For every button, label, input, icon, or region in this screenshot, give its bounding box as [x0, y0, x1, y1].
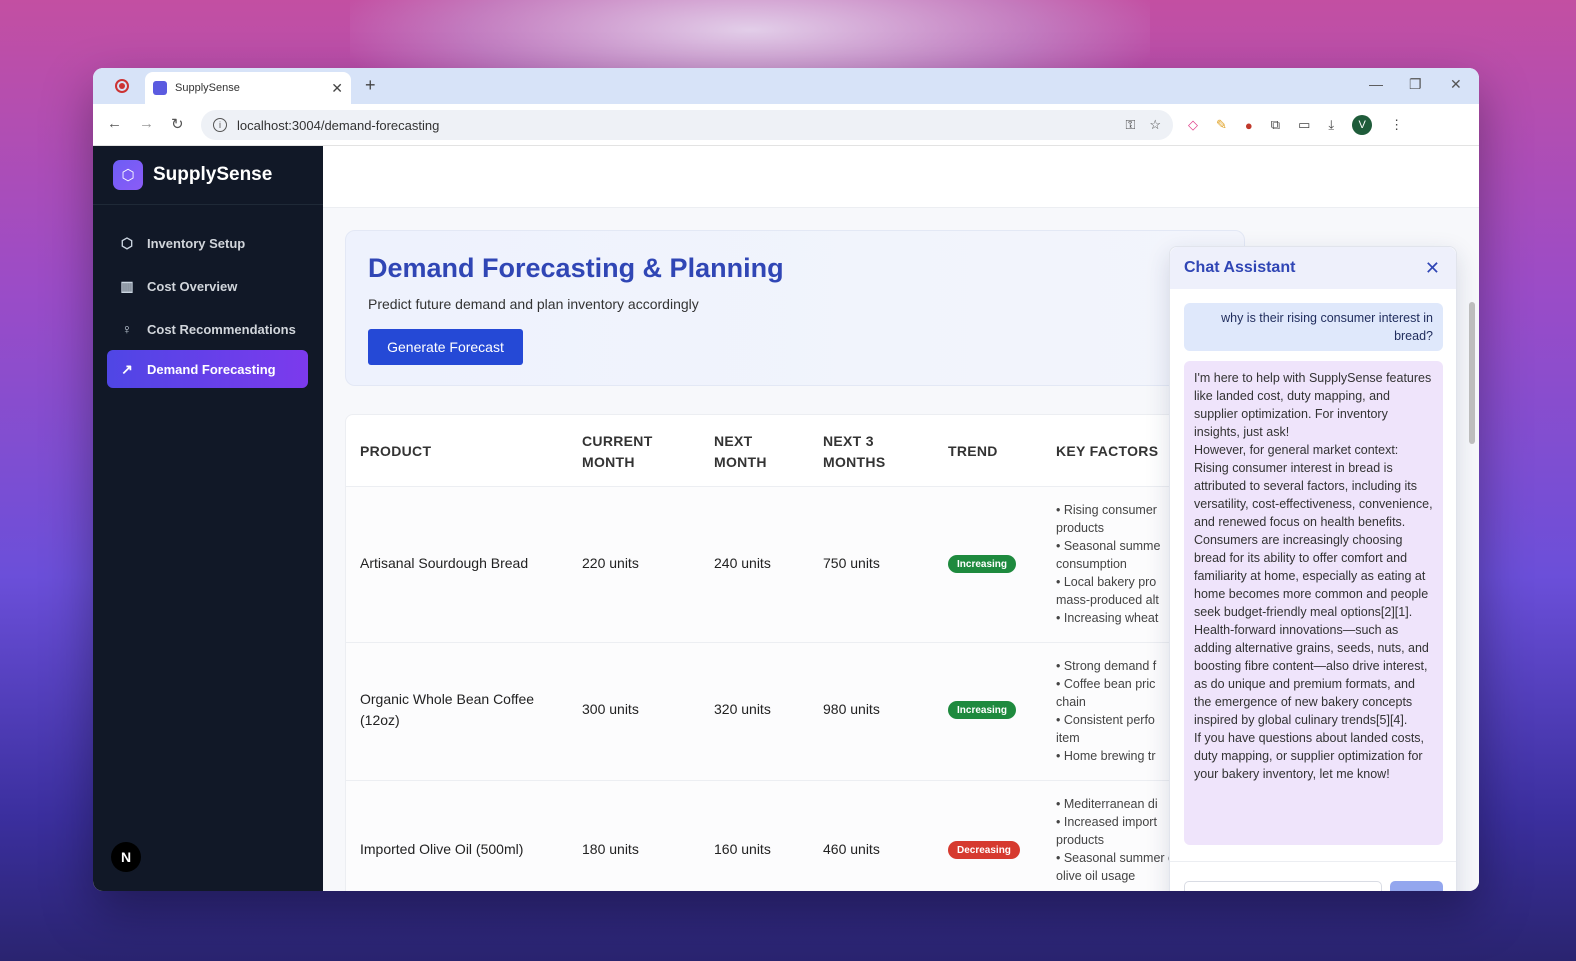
cube-icon: ⬡ — [120, 234, 134, 251]
browser-tab[interactable]: SupplySense ✕ — [145, 72, 351, 104]
address-bar[interactable]: i localhost:3004/demand-forecasting ⚿ ☆ — [201, 110, 1173, 140]
chat-input[interactable]: Type your question... — [1184, 881, 1382, 891]
next-3-months-value: 750 units — [823, 555, 880, 571]
tab-search-icon[interactable]: ▭ — [1298, 117, 1310, 133]
next-dev-badge[interactable]: N — [111, 842, 141, 872]
page: ⬡ SupplySense ⬡ Inventory Setup ▥ Cost O… — [93, 146, 1479, 891]
product-name: Artisanal Sourdough Bread — [360, 555, 529, 571]
page-scrollbar[interactable] — [1468, 292, 1476, 891]
column-header-key-factors: KEY FACTORS — [1056, 443, 1159, 459]
chat-assistant-panel: Chat Assistant ✕ why is their rising con… — [1169, 246, 1457, 891]
reload-icon[interactable]: ↻ — [171, 115, 184, 133]
tab-close-icon[interactable]: ✕ — [331, 80, 343, 97]
record-extension-icon[interactable]: ● — [1245, 118, 1253, 133]
sidebar-item-label: Cost Recommendations — [147, 321, 296, 337]
download-icon[interactable]: ⤓ — [1328, 117, 1334, 133]
next-month-value: 320 units — [714, 701, 771, 717]
tab-title: SupplySense — [175, 82, 240, 94]
profile-avatar[interactable]: V — [1352, 115, 1373, 135]
current-month-value: 220 units — [582, 555, 639, 571]
current-month-value: 300 units — [582, 701, 639, 717]
sidebar-item-demand-forecasting[interactable]: ↗ Demand Forecasting — [107, 350, 308, 388]
menu-icon[interactable]: ⋮ — [1390, 117, 1403, 133]
next-month-value: 160 units — [714, 841, 771, 857]
trend-badge: Decreasing — [948, 841, 1020, 859]
puzzle-icon[interactable]: ⧉ — [1271, 117, 1280, 133]
chat-close-icon[interactable]: ✕ — [1425, 258, 1440, 279]
sidebar-item-cost-overview[interactable]: ▥ Cost Overview — [107, 267, 308, 305]
new-tab-icon[interactable]: + — [365, 75, 376, 96]
extension-icon[interactable]: ◇ — [1188, 117, 1198, 133]
scroll-thumb[interactable] — [1469, 302, 1475, 444]
url-text: localhost:3004/demand-forecasting — [237, 117, 440, 133]
current-month-value: 180 units — [582, 841, 639, 857]
generate-forecast-button[interactable]: Generate Forecast — [368, 329, 523, 365]
favicon-icon — [153, 81, 167, 95]
pen-extension-icon[interactable]: ✎ — [1216, 117, 1227, 133]
restore-icon[interactable]: ❐ — [1409, 76, 1422, 93]
hero-card: Demand Forecasting & Planning Predict fu… — [345, 230, 1245, 386]
column-header-next-month: NEXT MONTH — [714, 433, 767, 470]
sidebar-item-label: Demand Forecasting — [147, 361, 276, 377]
browser-toolbar: ← → ↻ i localhost:3004/demand-forecastin… — [93, 104, 1479, 146]
sidebar-item-inventory-setup[interactable]: ⬡ Inventory Setup — [107, 224, 308, 262]
back-icon[interactable]: ← — [107, 115, 122, 132]
trend-badge: Increasing — [948, 555, 1017, 573]
sidebar-item-label: Cost Overview — [147, 278, 238, 294]
user-message: why is their rising consumer interest in… — [1184, 303, 1443, 351]
sidebar-item-label: Inventory Setup — [147, 235, 246, 251]
assistant-message: I'm here to help with SupplySense featur… — [1184, 361, 1443, 845]
brand-name: SupplySense — [153, 164, 273, 185]
tab-strip: SupplySense ✕ + — ❐ ✕ — [93, 68, 1479, 104]
top-bar — [323, 146, 1479, 208]
column-header-current-month: CURRENT MONTH — [582, 433, 653, 470]
chat-title: Chat Assistant — [1184, 259, 1296, 276]
next-3-months-value: 460 units — [823, 841, 880, 857]
minimize-icon[interactable]: — — [1369, 76, 1383, 92]
product-name: Imported Olive Oil (500ml) — [360, 841, 524, 857]
site-info-icon[interactable]: i — [213, 118, 227, 132]
forward-icon[interactable]: → — [139, 115, 154, 132]
lightbulb-icon: ♀ — [121, 321, 133, 337]
divider — [93, 204, 323, 205]
browser-window: SupplySense ✕ + — ❐ ✕ ← → ↻ i localhost:… — [93, 68, 1479, 891]
bookmark-star-icon[interactable]: ☆ — [1149, 117, 1161, 133]
column-header-product: PRODUCT — [360, 443, 432, 459]
sidebar-item-cost-recommendations[interactable]: ♀ Cost Recommendations — [107, 310, 308, 348]
trend-badge: Increasing — [948, 701, 1017, 719]
product-name: Organic Whole Bean Coffee (12oz) — [360, 691, 535, 728]
page-title: Demand Forecasting & Planning — [368, 253, 784, 283]
key-icon[interactable]: ⚿ — [1125, 117, 1135, 133]
chat-header: Chat Assistant ✕ — [1170, 247, 1456, 289]
record-icon[interactable] — [115, 79, 129, 93]
next-3-months-value: 980 units — [823, 701, 880, 717]
window-close-icon[interactable]: ✕ — [1450, 76, 1462, 93]
column-header-trend: TREND — [948, 443, 998, 459]
column-header-next-3-months: NEXT 3 MONTHS — [823, 433, 886, 470]
divider — [1170, 861, 1456, 862]
bar-chart-icon: ▥ — [120, 277, 134, 294]
sidebar: ⬡ SupplySense ⬡ Inventory Setup ▥ Cost O… — [93, 146, 323, 891]
send-button[interactable]: Send — [1390, 881, 1443, 891]
trending-up-icon: ↗ — [121, 360, 133, 377]
cube-logo-icon: ⬡ — [113, 160, 143, 190]
next-month-value: 240 units — [714, 555, 771, 571]
brand[interactable]: ⬡ SupplySense — [113, 160, 272, 190]
page-subtitle: Predict future demand and plan inventory… — [368, 296, 699, 312]
